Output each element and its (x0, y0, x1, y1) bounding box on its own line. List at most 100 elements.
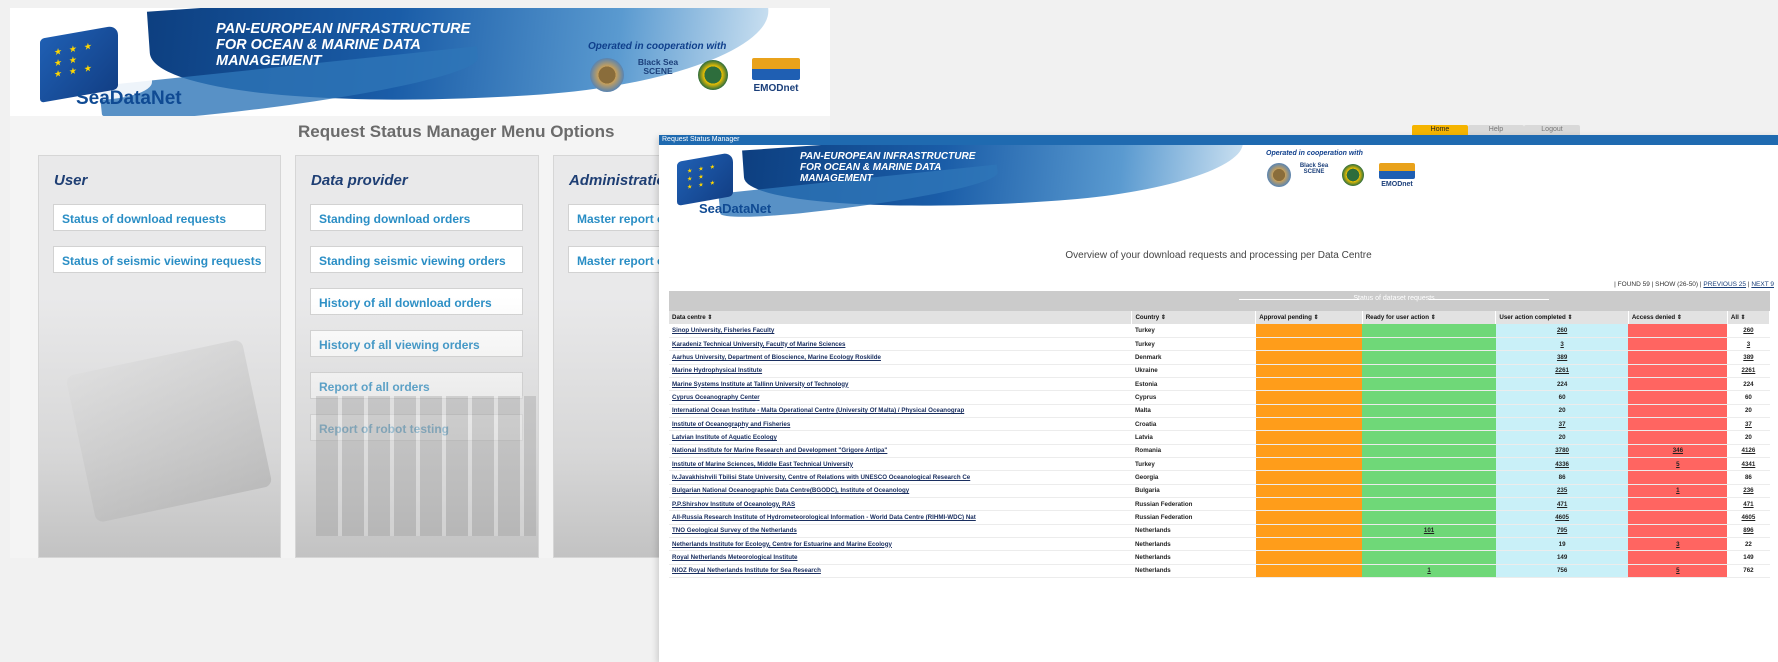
cell-access-denied[interactable] (1628, 390, 1728, 405)
cell-access-denied[interactable] (1628, 350, 1728, 365)
cell-completed[interactable]: 756 (1495, 564, 1629, 579)
data-centre-link[interactable]: NIOZ Royal Netherlands Institute for Sea… (672, 567, 821, 574)
status-download-requests-button[interactable]: Status of download requests (53, 204, 266, 231)
data-centre-link[interactable]: Marine Hydrophysical Institute (672, 367, 762, 374)
cell-access-denied[interactable] (1628, 470, 1728, 485)
cell-access-denied[interactable] (1628, 550, 1728, 565)
col-header-access-denied[interactable]: Access denied ⇕ (1628, 311, 1728, 324)
data-centre-link[interactable]: All-Russia Research Institute of Hydrome… (672, 514, 976, 521)
data-centre-link[interactable]: Netherlands Institute for Ecology, Centr… (672, 541, 892, 548)
cell-ready[interactable] (1362, 497, 1496, 512)
data-centre-link[interactable]: Latvian Institute of Aquatic Ecology (672, 434, 777, 441)
cell-ready[interactable] (1362, 444, 1496, 458)
data-centre-link[interactable]: International Ocean Institute - Malta Op… (672, 407, 964, 414)
cell-completed[interactable]: 224 (1495, 377, 1629, 392)
cell-ready[interactable] (1362, 537, 1496, 552)
cell-all[interactable]: 3 (1727, 337, 1770, 352)
cell-ready[interactable] (1362, 364, 1496, 378)
nav-home[interactable]: Home (1412, 125, 1468, 135)
data-centre-link[interactable]: TNO Geological Survey of the Netherlands (672, 527, 797, 534)
cell-completed[interactable]: 795 (1495, 524, 1629, 539)
col-header-data-centre[interactable]: Data centre ⇕ (669, 311, 1133, 324)
standing-download-orders-button[interactable]: Standing download orders (310, 204, 523, 231)
data-centre-link[interactable]: Cyprus Oceanography Center (672, 394, 760, 401)
col-header-approval-pending[interactable]: Approval pending ⇕ (1255, 311, 1363, 324)
cell-all[interactable]: 86 (1727, 470, 1770, 485)
cell-ready[interactable] (1362, 337, 1496, 352)
data-centre-link[interactable]: Sinop University, Fisheries Faculty (672, 327, 774, 334)
cell-ready[interactable] (1362, 377, 1496, 392)
cell-all[interactable]: 224 (1727, 377, 1770, 392)
cell-access-denied[interactable] (1628, 510, 1728, 525)
col-header-all[interactable]: All ⇕ (1727, 311, 1771, 324)
cell-access-denied[interactable]: 1 (1628, 484, 1728, 498)
cell-all[interactable]: 20 (1727, 404, 1770, 418)
cell-access-denied[interactable] (1628, 417, 1728, 432)
cell-all[interactable]: 2261 (1727, 364, 1770, 378)
cell-ready[interactable] (1362, 510, 1496, 525)
cell-completed[interactable]: 260 (1495, 324, 1629, 338)
master-report-button[interactable]: Master report of a (568, 204, 662, 231)
cell-completed[interactable]: 149 (1495, 550, 1629, 565)
cell-all[interactable]: 260 (1727, 324, 1770, 338)
cell-access-denied[interactable] (1628, 404, 1728, 418)
cell-completed[interactable]: 37 (1495, 417, 1629, 432)
pager-next-link[interactable]: NEXT 9 (1751, 281, 1774, 288)
data-centre-link[interactable]: National Institute for Marine Research a… (672, 447, 887, 454)
cell-all[interactable]: 149 (1727, 550, 1770, 565)
cell-completed[interactable]: 20 (1495, 404, 1629, 418)
nav-logout[interactable]: Logout (1524, 125, 1580, 135)
cell-completed[interactable]: 3780 (1495, 444, 1629, 458)
cell-ready[interactable]: 101 (1362, 524, 1496, 539)
data-centre-link[interactable]: Royal Netherlands Meteorological Institu… (672, 554, 798, 561)
cell-completed[interactable]: 20 (1495, 430, 1629, 445)
data-centre-link[interactable]: Aarhus University, Department of Bioscie… (672, 354, 881, 361)
history-viewing-orders-button[interactable]: History of all viewing orders (310, 330, 523, 357)
data-centre-link[interactable]: P.P.Shirshov Institute of Oceanology, RA… (672, 501, 795, 508)
nav-help[interactable]: Help (1468, 125, 1524, 135)
cell-all[interactable]: 22 (1727, 537, 1770, 552)
data-centre-link[interactable]: Institute of Oceanography and Fisheries (672, 421, 790, 428)
cell-completed[interactable]: 86 (1495, 470, 1629, 485)
col-header-completed[interactable]: User action completed ⇕ (1495, 311, 1629, 324)
data-centre-link[interactable]: Marine Systems Institute at Tallinn Univ… (672, 381, 849, 388)
cell-completed[interactable]: 3 (1495, 337, 1629, 352)
cell-ready[interactable] (1362, 484, 1496, 498)
report-all-orders-button[interactable]: Report of all orders (310, 372, 523, 399)
cell-all[interactable]: 762 (1727, 564, 1770, 579)
cell-access-denied[interactable] (1628, 324, 1728, 338)
cell-all[interactable]: 389 (1727, 350, 1770, 365)
data-centre-link[interactable]: Bulgarian National Oceanographic Data Ce… (672, 487, 909, 494)
cell-completed[interactable]: 471 (1495, 497, 1629, 512)
cell-ready[interactable] (1362, 350, 1496, 365)
cell-ready[interactable] (1362, 430, 1496, 445)
cell-all[interactable]: 4605 (1727, 510, 1770, 525)
cell-access-denied[interactable]: 5 (1628, 564, 1728, 579)
data-centre-link[interactable]: Institute of Marine Sciences, Middle Eas… (672, 461, 853, 468)
cell-all[interactable]: 236 (1727, 484, 1770, 498)
data-centre-link[interactable]: Karadeniz Technical University, Faculty … (672, 341, 845, 348)
cell-completed[interactable]: 389 (1495, 350, 1629, 365)
cell-completed[interactable]: 4605 (1495, 510, 1629, 525)
cell-ready[interactable] (1362, 470, 1496, 485)
cell-ready[interactable] (1362, 550, 1496, 565)
cell-completed[interactable]: 19 (1495, 537, 1629, 552)
cell-access-denied[interactable] (1628, 430, 1728, 445)
pager-previous-link[interactable]: PREVIOUS 25 (1703, 281, 1746, 288)
cell-completed[interactable]: 4336 (1495, 457, 1629, 472)
history-download-orders-button[interactable]: History of all download orders (310, 288, 523, 315)
cell-all[interactable]: 4126 (1727, 444, 1770, 458)
cell-completed[interactable]: 60 (1495, 390, 1629, 405)
cell-completed[interactable]: 235 (1495, 484, 1629, 498)
cell-access-denied[interactable]: 5 (1628, 457, 1728, 472)
cell-access-denied[interactable] (1628, 377, 1728, 392)
cell-access-denied[interactable] (1628, 524, 1728, 539)
cell-ready[interactable] (1362, 457, 1496, 472)
cell-all[interactable]: 471 (1727, 497, 1770, 512)
col-header-ready[interactable]: Ready for user action ⇕ (1362, 311, 1497, 324)
cell-access-denied[interactable]: 3 (1628, 537, 1728, 552)
cell-access-denied[interactable]: 346 (1628, 444, 1728, 458)
cell-completed[interactable]: 2261 (1495, 364, 1629, 378)
cell-ready[interactable] (1362, 417, 1496, 432)
cell-all[interactable]: 37 (1727, 417, 1770, 432)
